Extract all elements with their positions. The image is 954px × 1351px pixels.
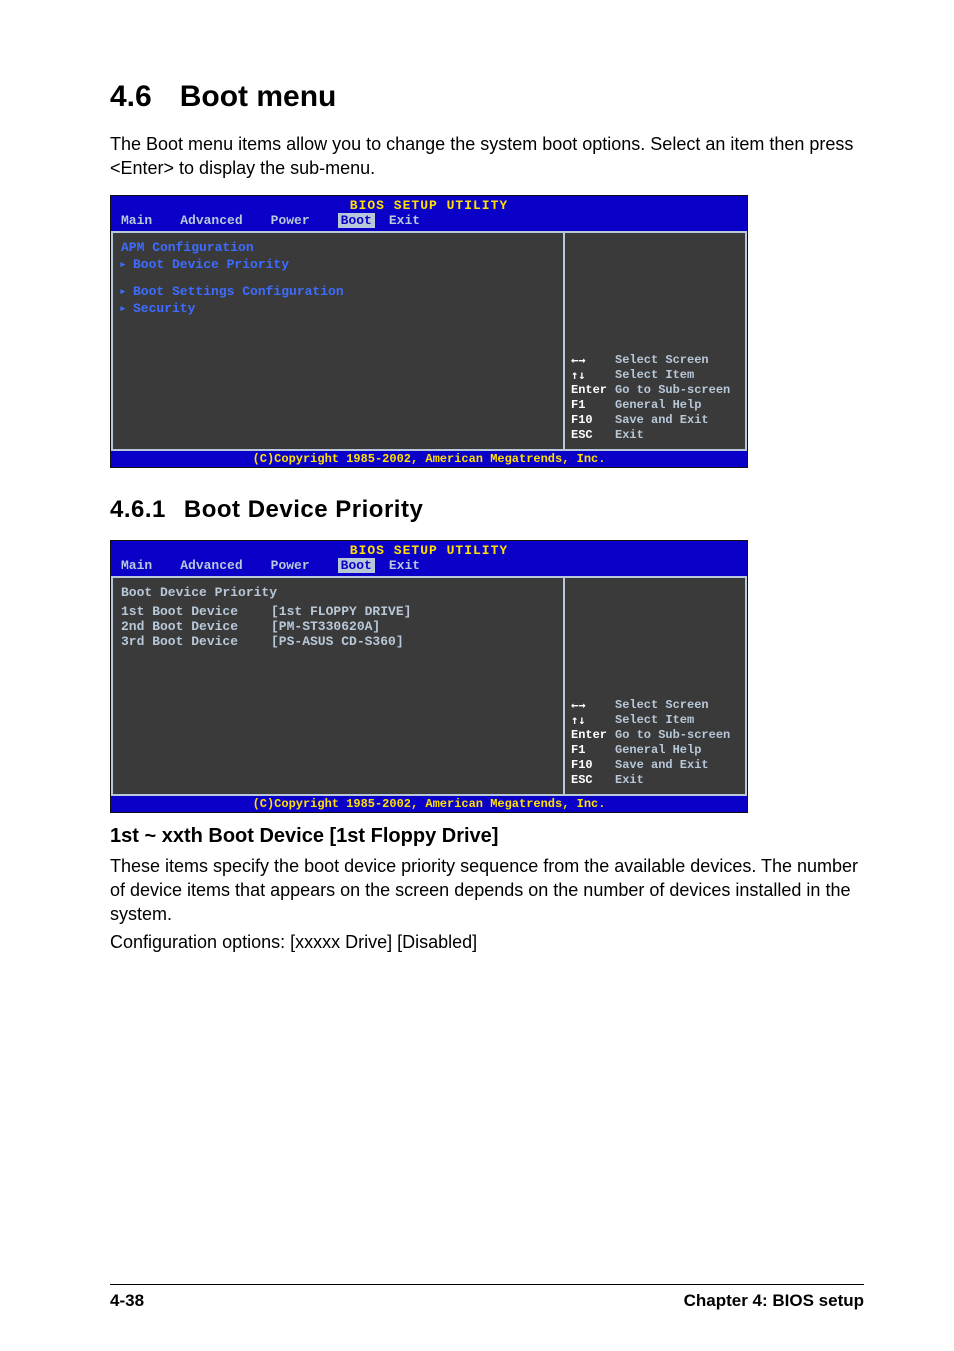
help-row: F1General Help (571, 743, 739, 758)
bios-boot-device-row[interactable]: 3rd Boot Device [PS-ASUS CD-S360] (121, 634, 555, 649)
page-footer: 4-38 Chapter 4: BIOS setup (110, 1284, 864, 1311)
help-desc: Exit (615, 773, 644, 788)
bios-item-apm[interactable]: APM Configuration (121, 239, 555, 256)
bios-tab-boot[interactable]: Boot (338, 558, 375, 573)
svg-text:←→: ←→ (571, 353, 585, 366)
bios-main-panel: Boot Device Priority 1st Boot Device [1s… (111, 576, 563, 796)
bios-tab-exit[interactable]: Exit (389, 558, 434, 573)
help-key: F10 (571, 413, 615, 428)
help-desc: General Help (615, 743, 701, 758)
help-desc: Exit (615, 428, 644, 443)
bios-tab-exit[interactable]: Exit (389, 213, 434, 228)
help-row: ESCExit (571, 773, 739, 788)
bios-screen-boot-device-priority: BIOS SETUP UTILITY Main Advanced Power B… (110, 540, 748, 813)
help-row: F1General Help (571, 398, 739, 413)
help-key: Enter (571, 383, 615, 398)
bios-title: BIOS SETUP UTILITY (111, 543, 747, 558)
bios-tabs: Main Advanced Power Boot Exit (111, 558, 747, 575)
boot-device-label: 3rd Boot Device (121, 634, 271, 649)
help-key: F1 (571, 743, 615, 758)
help-row: F10Save and Exit (571, 758, 739, 773)
help-row: ↑↓ Select Item (571, 713, 739, 728)
bios-item-security[interactable]: Security (121, 300, 555, 317)
bios-header: BIOS SETUP UTILITY Main Advanced Power B… (111, 196, 747, 231)
help-key: ESC (571, 428, 615, 443)
bios-footer: (C)Copyright 1985-2002, American Megatre… (111, 451, 747, 467)
bios-item-bootsettings[interactable]: Boot Settings Configuration (121, 283, 555, 300)
help-desc: Select Item (615, 713, 694, 728)
help-row: ←→ Select Screen (571, 353, 739, 368)
bios-boot-device-row[interactable]: 1st Boot Device [1st FLOPPY DRIVE] (121, 604, 555, 619)
chapter-label: Chapter 4: BIOS setup (684, 1291, 864, 1311)
bios-boot-device-row[interactable]: 2nd Boot Device [PM-ST330620A] (121, 619, 555, 634)
boot-device-value: [PS-ASUS CD-S360] (271, 634, 404, 649)
help-desc: Select Screen (615, 698, 709, 713)
arrow-up-down-icon: ↑↓ (571, 368, 615, 381)
bios-submenu-heading: Boot Device Priority (121, 584, 555, 604)
bios-header: BIOS SETUP UTILITY Main Advanced Power B… (111, 541, 747, 576)
help-row: EnterGo to Sub-screen (571, 383, 739, 398)
bios-tabs: Main Advanced Power Boot Exit (111, 213, 747, 230)
arrow-left-right-icon: ←→ (571, 698, 615, 711)
bios-tab-power[interactable]: Power (271, 558, 324, 573)
help-key: F10 (571, 758, 615, 773)
item-heading: 1st ~ xxth Boot Device [1st Floppy Drive… (110, 825, 864, 848)
bios-main-panel: APM Configuration Boot Device Priority B… (111, 231, 563, 451)
subsection-title-text: Boot Device Priority (184, 496, 423, 523)
help-row: EnterGo to Sub-screen (571, 728, 739, 743)
bios-tab-advanced[interactable]: Advanced (180, 213, 256, 228)
help-desc: Select Item (615, 368, 694, 383)
svg-text:↑↓: ↑↓ (571, 713, 585, 726)
arrow-up-down-icon: ↑↓ (571, 713, 615, 726)
subsection-heading: 4.6.1 Boot Device Priority (110, 496, 864, 524)
bios-tab-boot[interactable]: Boot (338, 213, 375, 228)
help-desc: Select Screen (615, 353, 709, 368)
section-title-text: Boot menu (180, 80, 337, 113)
bios-footer: (C)Copyright 1985-2002, American Megatre… (111, 796, 747, 812)
item-paragraph: These items specify the boot device prio… (110, 854, 864, 927)
boot-device-value: [PM-ST330620A] (271, 619, 380, 634)
svg-text:↑↓: ↑↓ (571, 368, 585, 381)
help-desc: Save and Exit (615, 758, 709, 773)
help-row: ←→ Select Screen (571, 698, 739, 713)
section-number: 4.6 (110, 80, 152, 113)
help-key: ESC (571, 773, 615, 788)
bios-help-panel: ←→ Select Screen ↑↓ Select Item EnterGo … (563, 231, 747, 451)
bios-tab-main[interactable]: Main (121, 213, 166, 228)
help-desc: Save and Exit (615, 413, 709, 428)
svg-text:←→: ←→ (571, 698, 585, 711)
bios-screen-boot-menu: BIOS SETUP UTILITY Main Advanced Power B… (110, 195, 748, 468)
arrow-left-right-icon: ←→ (571, 353, 615, 366)
help-key: F1 (571, 398, 615, 413)
help-desc: Go to Sub-screen (615, 728, 730, 743)
section-intro: The Boot menu items allow you to change … (110, 132, 864, 181)
boot-device-value: [1st FLOPPY DRIVE] (271, 604, 411, 619)
subsection-number: 4.6.1 (110, 496, 166, 523)
boot-device-label: 1st Boot Device (121, 604, 271, 619)
help-desc: General Help (615, 398, 701, 413)
section-heading: 4.6 Boot menu (110, 80, 864, 114)
help-row: F10Save and Exit (571, 413, 739, 428)
bios-item-bootpriority[interactable]: Boot Device Priority (121, 256, 555, 273)
boot-device-label: 2nd Boot Device (121, 619, 271, 634)
help-row: ↑↓ Select Item (571, 368, 739, 383)
bios-tab-advanced[interactable]: Advanced (180, 558, 256, 573)
help-desc: Go to Sub-screen (615, 383, 730, 398)
bios-tab-power[interactable]: Power (271, 213, 324, 228)
bios-title: BIOS SETUP UTILITY (111, 198, 747, 213)
item-config-options: Configuration options: [xxxxx Drive] [Di… (110, 930, 864, 954)
bios-tab-main[interactable]: Main (121, 558, 166, 573)
page-number: 4-38 (110, 1291, 144, 1311)
help-key: Enter (571, 728, 615, 743)
help-row: ESCExit (571, 428, 739, 443)
bios-help-panel: ←→ Select Screen ↑↓ Select Item EnterGo … (563, 576, 747, 796)
